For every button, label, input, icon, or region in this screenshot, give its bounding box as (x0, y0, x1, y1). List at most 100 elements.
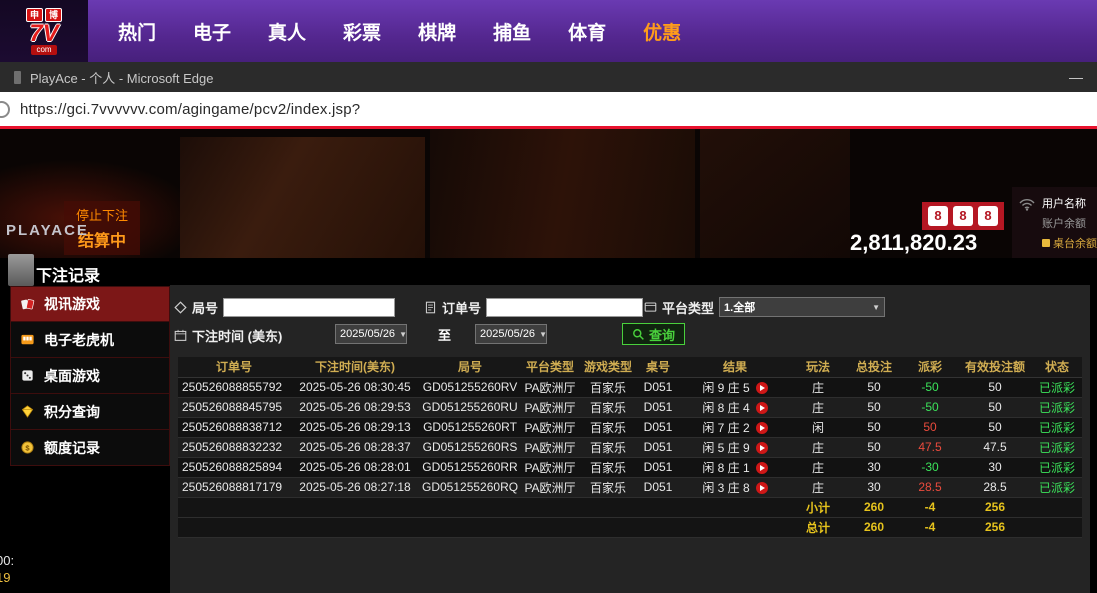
main-content: 00:19存取卡欢竞多面 下注记录 视讯游戏电子老虎机桌面游戏积分查询$额度记录… (0, 258, 1097, 593)
cell-round: GD051255260RQ (420, 477, 520, 497)
table-row: 2505260888258942025-05-26 08:28:01GD0512… (178, 457, 1082, 477)
site-logo[interactable]: 申 博 7V com (0, 0, 88, 62)
order-filter: 订单号 (424, 296, 643, 318)
cell-platform: PA欧洲厅 (520, 437, 580, 457)
play-video-icon[interactable] (756, 422, 768, 434)
coin-icon: $ (20, 440, 35, 455)
nav-item-4[interactable]: 彩票 (343, 18, 381, 45)
cell-game: 百家乐 (580, 377, 636, 397)
cards-icon (20, 297, 35, 312)
cell-round: GD051255260RU (420, 397, 520, 417)
cell-status: 已派彩 (1032, 377, 1082, 397)
round-input[interactable] (223, 298, 395, 317)
cell-time: 2025-05-26 08:29:53 (290, 397, 420, 417)
die: 8 (978, 206, 998, 226)
nav-item-6[interactable]: 捕鱼 (493, 18, 531, 45)
cell-valid: 50 (958, 397, 1032, 417)
table-row: 2505260888322322025-05-26 08:28:37GD0512… (178, 437, 1082, 457)
nav-item-7[interactable]: 体育 (568, 18, 606, 45)
minimize-button[interactable]: — (1069, 62, 1083, 92)
cell-bet: 50 (846, 417, 902, 437)
cell-payout: 28.5 (902, 477, 958, 497)
cell-game: 百家乐 (580, 417, 636, 437)
cell-result: 闲 3 庄 8 (680, 477, 790, 497)
date-from-value: 2025/05/26 (340, 328, 395, 340)
date-to-select[interactable]: 2025/05/26 ▼ (475, 324, 547, 344)
chevron-down-icon: ▼ (872, 303, 880, 312)
account-panel: 用户名称 账户余额 桌台余额 (1012, 187, 1097, 258)
order-input[interactable] (486, 298, 643, 317)
edge-fragment: 19 (0, 570, 10, 585)
die: 8 (928, 206, 948, 226)
cell-result: 闲 8 庄 1 (680, 457, 790, 477)
cell-order: 250526088832232 (178, 437, 290, 457)
sidebar-item-label: 额度记录 (44, 438, 100, 458)
cell-order: 250526088825894 (178, 457, 290, 477)
cell-status: 已派彩 (1032, 457, 1082, 477)
play-video-icon[interactable] (756, 442, 768, 454)
account-name-label: 用户名称 (1042, 195, 1086, 211)
result-text: 闲 8 庄 1 (702, 461, 749, 475)
tag-icon (174, 301, 187, 314)
cell-order: 250526088817179 (178, 477, 290, 497)
bet-time-filter: 下注时间 (美东) (174, 324, 282, 346)
cell-time: 2025-05-26 08:28:37 (290, 437, 420, 457)
search-button[interactable]: 查询 (622, 323, 685, 345)
play-video-icon[interactable] (756, 462, 768, 474)
sidebar-item-2[interactable]: 电子老虎机 (10, 322, 170, 358)
play-video-icon[interactable] (756, 382, 768, 394)
play-video-icon[interactable] (756, 402, 768, 414)
round-label: 局号 (192, 298, 218, 317)
cell-payout: 47.5 (902, 437, 958, 457)
search-button-label: 查询 (649, 325, 675, 344)
cell-order: 250526088845795 (178, 397, 290, 417)
cell-time: 2025-05-26 08:29:13 (290, 417, 420, 437)
cell-play: 庄 (790, 377, 846, 397)
cell-time: 2025-05-26 08:28:01 (290, 457, 420, 477)
sidebar-item-4[interactable]: 积分查询 (10, 394, 170, 430)
sidebar-item-3[interactable]: 桌面游戏 (10, 358, 170, 394)
cell-status: 已派彩 (1032, 397, 1082, 417)
browser-url-bar: https://gci.7vvvvvv.com/agingame/pcv2/in… (0, 92, 1097, 129)
play-video-icon[interactable] (756, 482, 768, 494)
casino-banner: 停止下注 结算中 PLAYACE 888 2,811,820.23 用户名称 账… (0, 129, 1097, 258)
avatar (8, 254, 34, 286)
table-balance-label: 桌台余额 (1042, 235, 1097, 251)
cell-payout: -50 (902, 377, 958, 397)
cell-bet: 50 (846, 437, 902, 457)
date-from-select[interactable]: 2025/05/26 ▼ (335, 324, 407, 344)
sidebar-item-label: 视讯游戏 (44, 294, 100, 314)
diamond-icon (20, 404, 35, 419)
nav-item-1[interactable]: 热门 (118, 18, 156, 45)
platform-label: 平台类型 (662, 298, 714, 317)
nav-item-3[interactable]: 真人 (268, 18, 306, 45)
sidebar-item-1[interactable]: 视讯游戏 (10, 286, 170, 322)
cell-payout: -50 (902, 397, 958, 417)
sidebar-item-5[interactable]: $ 额度记录 (10, 430, 170, 466)
cell-bet: 50 (846, 377, 902, 397)
url-text[interactable]: https://gci.7vvvvvv.com/agingame/pcv2/in… (20, 101, 360, 118)
cell-game: 百家乐 (580, 457, 636, 477)
nav-item-2[interactable]: 电子 (193, 18, 231, 45)
cell-status: 已派彩 (1032, 417, 1082, 437)
cell-order: 250526088855792 (178, 377, 290, 397)
cell-order: 250526088838712 (178, 417, 290, 437)
dice-icon (20, 368, 35, 383)
column-header: 状态 (1032, 357, 1082, 377)
die: 8 (953, 206, 973, 226)
reload-icon[interactable] (0, 101, 10, 118)
table-body: 2505260888557922025-05-26 08:30:45GD0512… (178, 377, 1082, 537)
nav-item-5[interactable]: 棋牌 (418, 18, 456, 45)
cell-status: 已派彩 (1032, 437, 1082, 457)
cell-round: GD051255260RR (420, 457, 520, 477)
nav-item-8[interactable]: 优惠 (643, 18, 681, 45)
calendar-icon (174, 329, 187, 342)
cell-table_no: D051 (636, 397, 680, 417)
page-title: 下注记录 (36, 262, 100, 286)
subtotal-row: 小计260-4256 (178, 497, 1082, 517)
table-row: 2505260888557922025-05-26 08:30:45GD0512… (178, 377, 1082, 397)
platform-select[interactable]: 1.全部 ▼ (719, 297, 885, 317)
result-text: 闲 9 庄 5 (702, 381, 749, 395)
cell-bet: 30 (846, 457, 902, 477)
site-top-nav-bar: 申 博 7V com 热门 电子 真人 彩票 棋牌 捕鱼 体育 优惠 (0, 0, 1097, 62)
